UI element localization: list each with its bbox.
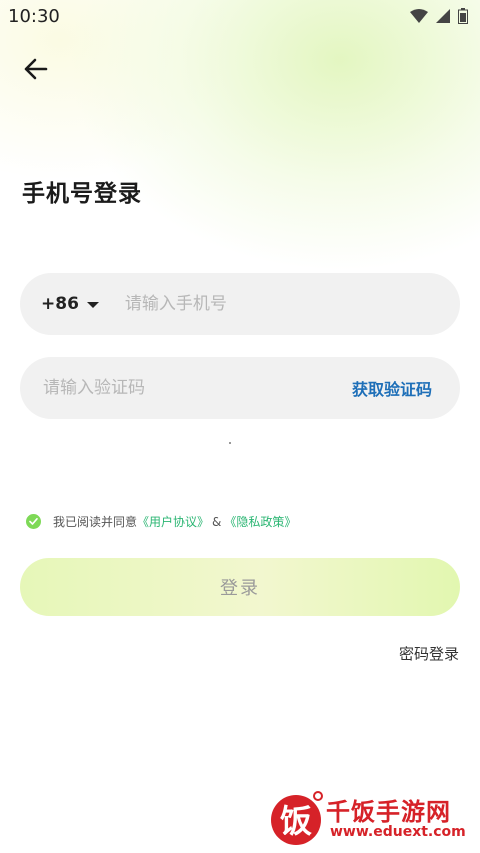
phone-field: +86	[20, 273, 460, 335]
watermark-url: www.eduext.com	[330, 824, 466, 840]
check-icon	[29, 518, 38, 525]
agreement-checkbox[interactable]	[26, 514, 41, 529]
arrow-left-icon	[24, 58, 48, 80]
agreement-row: 我已阅读并同意 《用户协议》 & 《隐私政策》	[26, 513, 296, 530]
code-field: 获取验证码	[20, 357, 460, 419]
watermark-logo-char: 饭	[280, 802, 312, 840]
watermark: 饭 千饭手游网 www.eduext.com	[266, 788, 474, 848]
country-code-label: +86	[41, 294, 79, 314]
caret-down-icon	[86, 302, 99, 308]
get-code-button[interactable]: 获取验证码	[352, 376, 432, 400]
phone-input[interactable]	[122, 293, 387, 315]
agreement-prefix: 我已阅读并同意	[53, 515, 138, 529]
agreement-amp: &	[212, 514, 222, 529]
battery-icon	[458, 8, 468, 24]
password-login-link[interactable]: 密码登录	[399, 643, 459, 664]
code-input[interactable]	[41, 377, 305, 399]
status-bar: 10:30	[0, 0, 480, 34]
background-gradient	[0, 0, 480, 853]
login-button[interactable]: 登录	[20, 558, 460, 616]
page-title: 手机号登录	[22, 181, 142, 207]
user-agreement-link[interactable]: 《用户协议》	[137, 513, 209, 530]
watermark-logo: 饭	[271, 791, 323, 845]
wifi-icon	[410, 9, 428, 23]
privacy-policy-link[interactable]: 《隐私政策》	[224, 513, 296, 530]
cellular-signal-icon	[436, 9, 450, 23]
status-time: 10:30	[8, 6, 60, 27]
stray-dot	[229, 442, 231, 444]
status-icons	[410, 8, 468, 24]
back-button[interactable]	[18, 52, 52, 86]
watermark-title: 千饭手游网	[326, 798, 451, 826]
country-code-selector[interactable]: +86	[41, 294, 99, 314]
